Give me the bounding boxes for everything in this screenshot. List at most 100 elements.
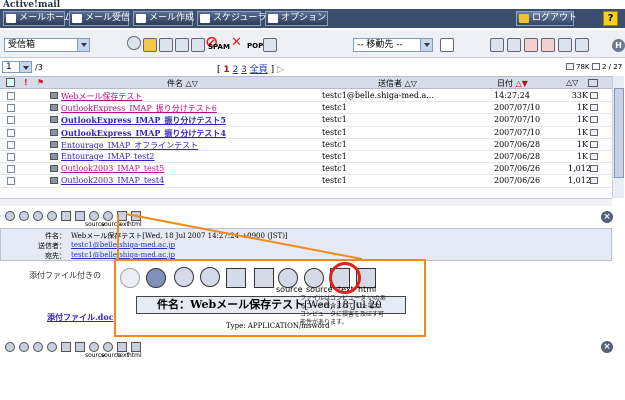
table-row[interactable]: Outlook2003_IMAP_test5 testc1 2007/06/26 1,… bbox=[0, 163, 612, 176]
nav-compose-label: メール作成 bbox=[149, 13, 195, 23]
trash-icon[interactable] bbox=[191, 38, 205, 52]
scrollbar-thumb[interactable] bbox=[614, 88, 624, 178]
sender-column-header[interactable]: 送信者 △▽ bbox=[378, 78, 417, 89]
row-subject-link[interactable]: OutlookExpress_IMAP_振り分けテスト4 bbox=[61, 128, 226, 139]
logout-button[interactable]: ログアウト bbox=[516, 11, 577, 26]
row-subject-link[interactable]: OutlookExpress_IMAP_振り分けテスト5 bbox=[61, 115, 226, 126]
select-all-checkbox[interactable] bbox=[6, 78, 15, 87]
row-checkbox[interactable] bbox=[7, 140, 15, 149]
priority-icon[interactable]: ! bbox=[24, 78, 28, 87]
table-row[interactable]: OutlookExpress_IMAP_振り分けテスト5 testc1 2007/0… bbox=[0, 114, 612, 127]
html-save-icon[interactable] bbox=[131, 211, 141, 221]
help-button[interactable]: ? bbox=[603, 11, 618, 26]
row-size: 1K bbox=[576, 151, 588, 161]
print-icon[interactable] bbox=[75, 211, 85, 221]
flag-red-icon[interactable] bbox=[524, 38, 538, 52]
empty-trash-icon[interactable] bbox=[263, 38, 277, 52]
row-subject-link[interactable]: Entourage_IMAP_test2 bbox=[61, 152, 155, 161]
page-select[interactable]: 1 bbox=[2, 61, 32, 73]
source-save-icon[interactable] bbox=[103, 211, 113, 221]
row-subject-link[interactable]: Webメール保存テスト bbox=[61, 91, 142, 102]
sort-desc-active-icon[interactable]: △▼ bbox=[516, 79, 528, 88]
page-link-3[interactable]: 3 bbox=[241, 65, 247, 75]
chevron-down-icon bbox=[19, 62, 31, 72]
date-column-header[interactable]: 日付 △▼ bbox=[497, 78, 528, 89]
nav-compose-button[interactable]: メール作成 bbox=[133, 11, 195, 26]
row-checkbox[interactable] bbox=[7, 177, 15, 186]
close-preview-button[interactable]: × bbox=[601, 211, 613, 223]
previous-icon[interactable] bbox=[5, 211, 15, 221]
row-subject-link[interactable]: OutlookExpress_IMAP_振り分けテスト6 bbox=[61, 103, 217, 114]
printer-icon[interactable] bbox=[507, 38, 521, 52]
nav-schedule-button[interactable]: スケジューラ bbox=[197, 11, 266, 26]
flag-column-icon[interactable]: ⚑ bbox=[37, 78, 44, 87]
envelope-status-icon bbox=[590, 128, 598, 136]
horizontal-scrollbar[interactable] bbox=[0, 198, 612, 206]
row-checkbox[interactable] bbox=[7, 116, 15, 125]
html-save-icon[interactable] bbox=[131, 342, 141, 352]
source-save-icon[interactable] bbox=[103, 342, 113, 352]
row-checkbox[interactable] bbox=[7, 152, 15, 161]
forward-icon[interactable] bbox=[61, 342, 71, 352]
text-save-icon[interactable] bbox=[117, 211, 127, 221]
page-link-1[interactable]: 1 bbox=[223, 65, 229, 75]
reply-all-icon[interactable] bbox=[47, 342, 57, 352]
save-list-icon[interactable] bbox=[558, 38, 572, 52]
next-icon[interactable] bbox=[19, 342, 29, 352]
nav-home-label: メールホーム bbox=[19, 13, 73, 23]
sort-asc-desc-icon[interactable]: △▽ bbox=[405, 79, 417, 88]
row-checkbox[interactable] bbox=[7, 92, 15, 100]
disk-icon[interactable] bbox=[575, 38, 589, 52]
next-icon[interactable] bbox=[19, 211, 29, 221]
row-subject-link[interactable]: Outlook2003_IMAP_test4 bbox=[61, 176, 164, 185]
row-sender: testc1 bbox=[322, 164, 347, 174]
spam-button[interactable]: SPAM bbox=[208, 43, 230, 51]
pop-button[interactable]: POP bbox=[247, 42, 263, 50]
zoom-source-label-2: source bbox=[306, 285, 333, 294]
attachment-link[interactable]: 添付ファイル.doc bbox=[47, 312, 114, 323]
table-row[interactable]: Webメール保存テスト testc1@belle.shiga-med.a... 14… bbox=[0, 90, 612, 103]
size-sort-icon[interactable]: △▽ bbox=[566, 78, 578, 87]
reply-icon[interactable] bbox=[33, 211, 43, 221]
nav-options-button[interactable]: オプション bbox=[265, 11, 328, 26]
table-row[interactable]: Entourage_IMAP_test2 testc1 2007/06/28 1K bbox=[0, 151, 612, 164]
table-row[interactable]: Entourage_IMAP_オフラインテスト testc1 2007/06/28 1… bbox=[0, 139, 612, 151]
previous-icon[interactable] bbox=[5, 342, 15, 352]
subject-column-header[interactable]: 件名 △▽ bbox=[167, 78, 198, 89]
forward-icon[interactable] bbox=[61, 211, 71, 221]
sort-asc-desc-icon[interactable]: △▽ bbox=[186, 79, 198, 88]
row-checkbox[interactable] bbox=[7, 128, 15, 137]
close-bottom-button[interactable]: × bbox=[601, 341, 613, 353]
cart-icon[interactable] bbox=[440, 38, 454, 52]
folder-select[interactable]: 受信箱 bbox=[4, 38, 90, 52]
next-page-icon[interactable]: ▷ bbox=[277, 65, 284, 75]
nav-home-button[interactable]: メールホーム bbox=[3, 11, 73, 26]
reply-all-icon[interactable] bbox=[47, 211, 57, 221]
table-row[interactable]: OutlookExpress_IMAP_振り分けテスト4 testc1 2007/0… bbox=[0, 127, 612, 139]
text-save-icon[interactable] bbox=[117, 342, 127, 352]
table-row[interactable]: Outlook2003_IMAP_test4 testc1 2007/06/26 1,… bbox=[0, 175, 612, 188]
to-value-link[interactable]: testc1@belle.shiga-med.ac.jp bbox=[71, 251, 175, 259]
page-link-all[interactable]: 全頁 bbox=[250, 65, 268, 75]
list-scrollbar[interactable] bbox=[612, 76, 624, 198]
row-subject-link[interactable]: Outlook2003_IMAP_test5 bbox=[61, 164, 164, 173]
help-h-button[interactable]: H bbox=[612, 39, 625, 52]
page-link-2[interactable]: 2 bbox=[233, 65, 239, 75]
print-icon[interactable] bbox=[159, 38, 173, 52]
nav-inbox-button[interactable]: メール受信 bbox=[69, 11, 130, 26]
row-checkbox[interactable] bbox=[7, 165, 15, 174]
reply-icon[interactable] bbox=[33, 342, 43, 352]
source-view-icon[interactable] bbox=[89, 342, 99, 352]
move-to-select[interactable]: -- 移動先 -- bbox=[353, 38, 433, 52]
folder-open-icon[interactable] bbox=[143, 38, 157, 52]
refresh-icon[interactable] bbox=[127, 36, 141, 50]
row-subject-link[interactable]: Entourage_IMAP_オフラインテスト bbox=[61, 140, 198, 151]
source-view-icon[interactable] bbox=[89, 211, 99, 221]
row-checkbox[interactable] bbox=[7, 104, 15, 113]
from-value-link[interactable]: testc1@belle.shiga-med.ac.jp bbox=[71, 241, 175, 249]
save-icon[interactable] bbox=[175, 38, 189, 52]
flag-icon[interactable] bbox=[541, 38, 555, 52]
print-list-icon[interactable] bbox=[490, 38, 504, 52]
print-icon[interactable] bbox=[75, 342, 85, 352]
table-row[interactable]: OutlookExpress_IMAP_振り分けテスト6 testc1 2007/0… bbox=[0, 102, 612, 115]
